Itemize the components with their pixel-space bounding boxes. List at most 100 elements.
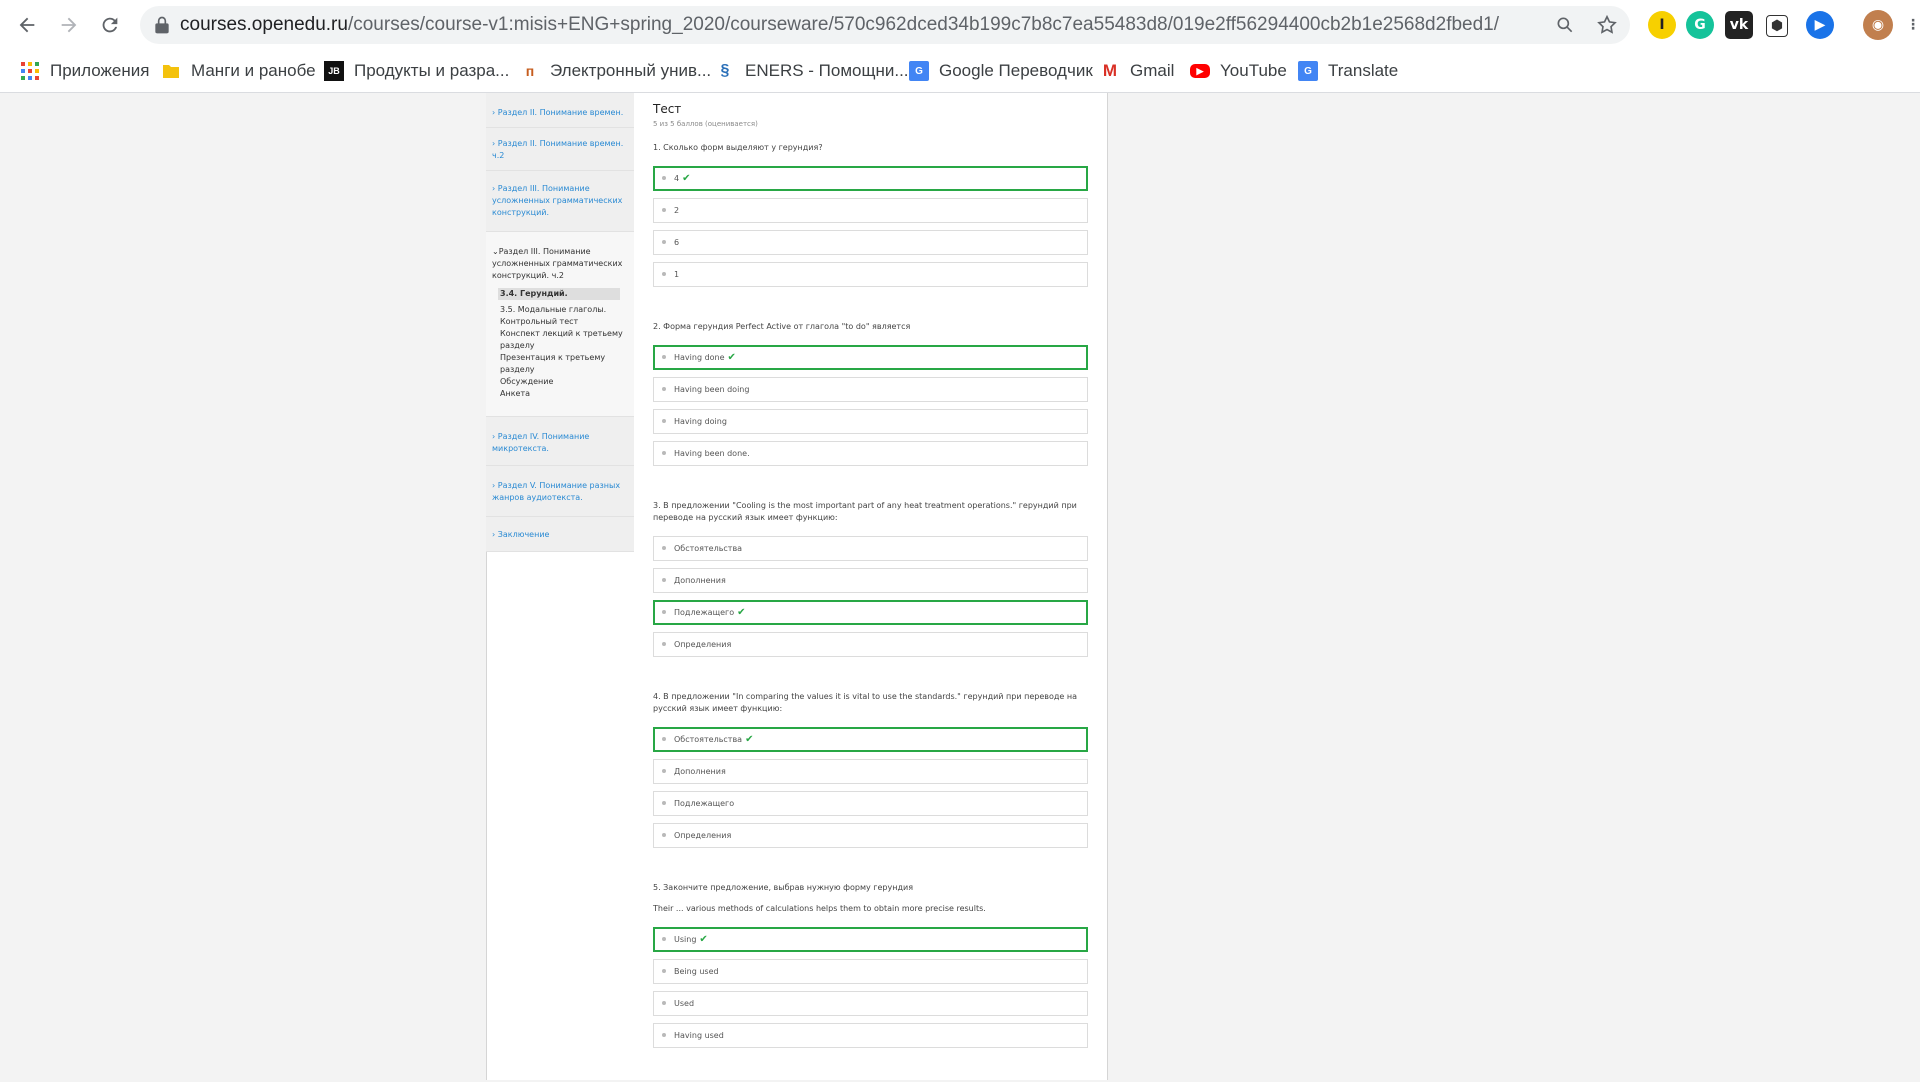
answer-option[interactable]: Used <box>653 991 1088 1016</box>
radio-icon[interactable] <box>662 546 666 550</box>
grammarly-icon[interactable]: G <box>1686 11 1714 39</box>
radio-icon[interactable] <box>662 451 666 455</box>
answer-option[interactable]: Подлежащего <box>653 791 1088 816</box>
answer-option[interactable]: Обстоятельства ✔ <box>653 727 1088 752</box>
radio-icon[interactable] <box>662 769 666 773</box>
answer-option[interactable]: Определения <box>653 632 1088 657</box>
sidebar-section-2-part2[interactable]: › Раздел II. Понимание времен. ч.2 <box>486 128 634 171</box>
checkmark-icon: ✔ <box>682 173 691 184</box>
answer-option[interactable]: Дополнения <box>653 568 1088 593</box>
sidebar-section-2[interactable]: › Раздел II. Понимание времен. <box>486 93 634 128</box>
play-extension-icon[interactable]: ▶ <box>1806 11 1834 39</box>
bookmark-manga[interactable]: Манги и ранобе <box>161 50 316 92</box>
question-text: 1. Сколько форм выделяют у герундия? <box>653 143 823 152</box>
radio-icon[interactable] <box>662 176 666 180</box>
google-translate-icon: G <box>909 61 929 81</box>
apps-grid-icon <box>20 61 40 81</box>
bookmark-apps[interactable]: Приложения <box>20 50 149 92</box>
bookmark-gmail[interactable]: M Gmail <box>1100 50 1175 92</box>
cube-extension-icon[interactable]: ⬢ <box>1766 15 1788 37</box>
bookmark-label: Google Переводчик <box>939 61 1093 80</box>
bookmark-label: Gmail <box>1130 61 1175 80</box>
address-bar[interactable]: courses.openedu.ru/courses/course-v1:mis… <box>140 6 1630 44</box>
radio-icon[interactable] <box>662 578 666 582</box>
radio-icon[interactable] <box>662 801 666 805</box>
sidebar-item-discussion[interactable]: Обсуждение <box>492 376 628 388</box>
bookmark-jetbrains[interactable]: JB Продукты и разра... <box>324 50 509 92</box>
vk-icon[interactable]: vk <box>1725 11 1753 39</box>
sidebar-section-conclusion[interactable]: › Заключение <box>486 517 634 552</box>
zoom-search-icon[interactable] <box>1552 12 1578 38</box>
option-label: Подлежащего <box>674 799 735 808</box>
radio-icon[interactable] <box>662 355 666 359</box>
bookmark-youtube[interactable]: ▶ YouTube <box>1190 50 1287 92</box>
question-2: 2. Форма герундия Perfect Active от глаг… <box>653 321 1089 466</box>
answer-option[interactable]: Having used <box>653 1023 1088 1048</box>
eners-icon: § <box>720 62 730 79</box>
option-label: Подлежащего <box>674 608 735 617</box>
sidebar-section-4[interactable]: › Раздел IV. Понимание микротекста. <box>486 417 634 466</box>
lock-icon[interactable] <box>152 15 172 35</box>
sidebar-item-modal-verbs[interactable]: 3.5. Модальные глаголы. <box>492 304 628 316</box>
bookmark-university[interactable]: ᴨ Электронный унив... <box>520 50 711 92</box>
radio-icon[interactable] <box>662 969 666 973</box>
back-arrow-icon[interactable] <box>12 10 42 40</box>
radio-icon[interactable] <box>662 1001 666 1005</box>
sidebar-section-3[interactable]: › Раздел III. Понимание усложненных грам… <box>486 171 634 232</box>
radio-icon[interactable] <box>662 642 666 646</box>
radio-icon[interactable] <box>662 272 666 276</box>
sidebar-item-control-test[interactable]: Контрольный тест <box>492 316 628 328</box>
bookmark-star-icon[interactable] <box>1594 12 1620 38</box>
bookmark-google-translate[interactable]: G Google Переводчик <box>909 50 1093 92</box>
extension-notes-icon[interactable]: I <box>1648 11 1676 39</box>
radio-icon[interactable] <box>662 387 666 391</box>
answer-option[interactable]: Having been done. <box>653 441 1088 466</box>
answer-option[interactable]: Having been doing <box>653 377 1088 402</box>
option-label: Having done <box>674 353 725 362</box>
bookmark-label: Манги и ранобе <box>191 61 316 80</box>
sidebar-item-survey[interactable]: Анкета <box>492 388 628 400</box>
answer-option[interactable]: 1 <box>653 262 1088 287</box>
browser-menu-icon[interactable]: ⋮ <box>1906 11 1920 39</box>
option-label: Having been doing <box>674 385 750 394</box>
url-text[interactable]: courses.openedu.ru/courses/course-v1:mis… <box>180 6 1500 44</box>
bookmark-label: Электронный унив... <box>550 61 712 80</box>
radio-icon[interactable] <box>662 419 666 423</box>
answer-option[interactable]: Определения <box>653 823 1088 848</box>
profile-avatar[interactable]: ◉ <box>1863 10 1893 40</box>
bookmark-translate[interactable]: G Translate <box>1298 50 1398 92</box>
answer-option[interactable]: Обстоятельства <box>653 536 1088 561</box>
test-title: Тест <box>653 102 682 116</box>
reload-icon[interactable] <box>95 10 125 40</box>
bookmark-label: Translate <box>1328 61 1399 80</box>
answer-option[interactable]: Using ✔ <box>653 927 1088 952</box>
radio-icon[interactable] <box>662 240 666 244</box>
answer-option[interactable]: 2 <box>653 198 1088 223</box>
university-icon: ᴨ <box>525 63 535 79</box>
option-label: Having used <box>674 1031 724 1040</box>
radio-icon[interactable] <box>662 937 666 941</box>
translate-icon: G <box>1298 61 1318 81</box>
bookmark-eners[interactable]: § ENERS - Помощни... <box>715 50 909 92</box>
option-label: Used <box>674 999 695 1008</box>
radio-icon[interactable] <box>662 833 666 837</box>
radio-icon[interactable] <box>662 1033 666 1037</box>
answer-option[interactable]: Подлежащего ✔ <box>653 600 1088 625</box>
sidebar-item-presentation[interactable]: Презентация к третьему разделу <box>492 352 628 376</box>
answer-option[interactable]: Having done ✔ <box>653 345 1088 370</box>
course-navigation-sidebar: › Раздел II. Понимание времен. › Раздел … <box>486 93 634 552</box>
radio-icon[interactable] <box>662 208 666 212</box>
sidebar-item-lecture-notes[interactable]: Конспект лекций к третьему разделу <box>492 328 628 352</box>
forward-arrow-icon[interactable] <box>54 10 84 40</box>
bookmark-label: YouTube <box>1220 61 1287 80</box>
answer-option[interactable]: Being used <box>653 959 1088 984</box>
answer-option[interactable]: 4 ✔ <box>653 166 1088 191</box>
sidebar-section-3-part2[interactable]: ⌄Раздел III. Понимание усложненных грамм… <box>486 232 634 417</box>
sidebar-section-5[interactable]: › Раздел V. Понимание разных жанров ауди… <box>486 466 634 517</box>
radio-icon[interactable] <box>662 610 666 614</box>
answer-option[interactable]: 6 <box>653 230 1088 255</box>
answer-option[interactable]: Having doing <box>653 409 1088 434</box>
sidebar-item-gerund[interactable]: 3.4. Герундий. <box>498 288 620 300</box>
radio-icon[interactable] <box>662 737 666 741</box>
answer-option[interactable]: Дополнения <box>653 759 1088 784</box>
